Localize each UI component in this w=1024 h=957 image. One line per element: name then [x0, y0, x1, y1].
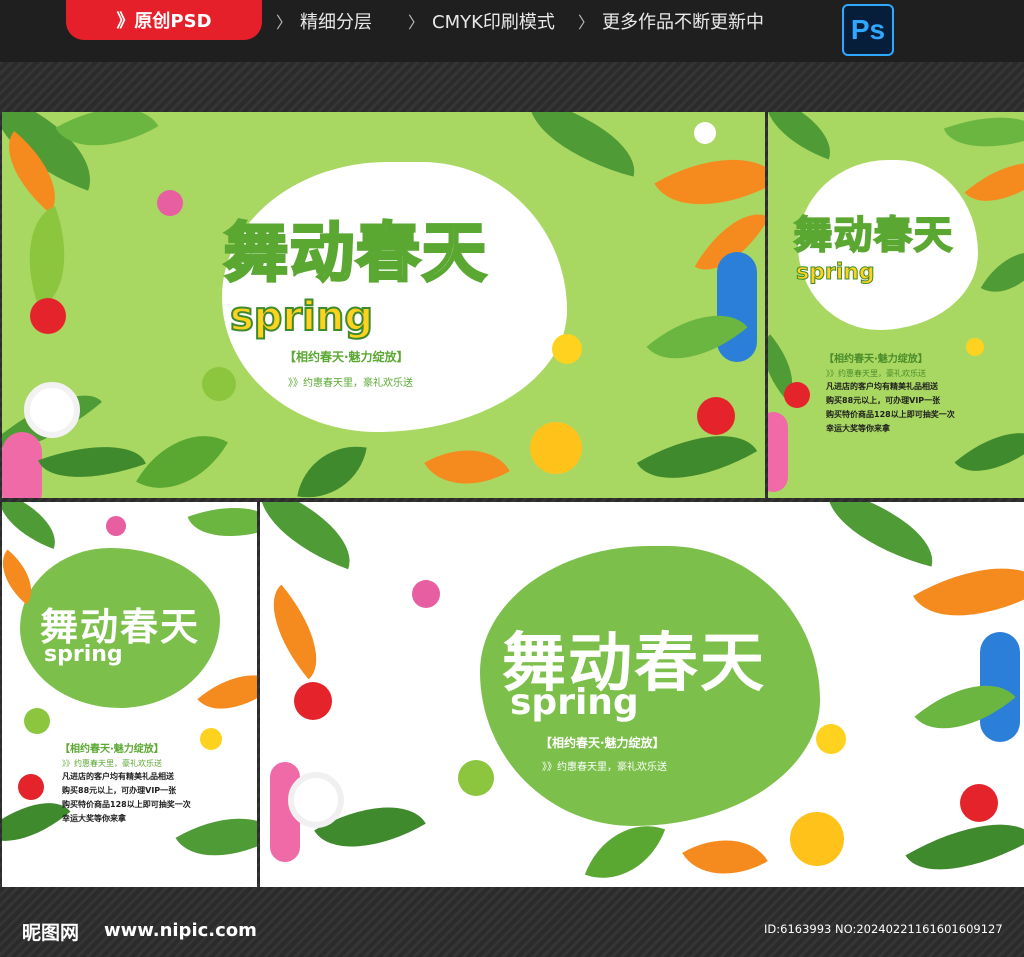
- leaf-decoration: [2, 502, 67, 549]
- leaf-decoration: [260, 584, 340, 680]
- leaf-decoration: [943, 112, 1024, 167]
- leaf-decoration: [187, 502, 257, 555]
- red-flower-icon: [30, 298, 66, 334]
- leaf-decoration: [954, 410, 1024, 494]
- original-psd-badge: 》原创PSD: [66, 0, 262, 40]
- site-logo: 昵图网: [22, 922, 80, 944]
- red-flower-icon: [697, 397, 735, 435]
- blue-leaf-decoration: [717, 252, 757, 362]
- bullet-item: 凡进店的客户均有精美礼品相送: [62, 772, 174, 781]
- feature-label: 精细分层: [300, 12, 373, 33]
- yellow-flower-icon: [816, 724, 846, 754]
- bullet-item: 购买特价商品128以上即可抽奖一次: [62, 800, 191, 809]
- leaf-decoration: [768, 112, 843, 160]
- poster-portrait-green: 舞动春天 spring 【相约春天·魅力绽放】 》》约惠春天里，豪礼欢乐送 凡进…: [768, 112, 1024, 498]
- leaf-decoration: [197, 654, 257, 730]
- yellow-flower-icon: [790, 812, 844, 866]
- poster-subline: 》》约惠春天里，豪礼欢乐送: [288, 378, 413, 389]
- bullet-list: 凡进店的客户均有精美礼品相送 购买88元以上，可办理VIP一张 购买特价商品12…: [826, 380, 955, 436]
- poster-landscape-green: 舞动春天 spring 【相约春天·魅力绽放】 》》约惠春天里，豪礼欢乐送: [2, 112, 765, 498]
- chevron-right-icon: 〉: [578, 13, 595, 32]
- poster-tagline: 【相约春天·魅力绽放】: [540, 736, 665, 750]
- pink-stem-decoration: [2, 432, 42, 498]
- leaf-decoration: [964, 140, 1024, 224]
- poster-landscape-white: 舞动春天 spring 【相约春天·魅力绽放】 》》约惠春天里，豪礼欢乐送: [260, 502, 1024, 887]
- leaf-decoration: [424, 427, 510, 498]
- leaf-decoration: [815, 502, 945, 567]
- leaf-decoration: [682, 817, 768, 887]
- white-flower-icon: [288, 772, 344, 828]
- feature-label: 更多作品不断更新中: [602, 12, 765, 33]
- chevron-right-icon: 〉: [408, 13, 425, 32]
- green-dot: [24, 708, 50, 734]
- yellow-flower-icon: [530, 422, 582, 474]
- bullet-item: 幸运大奖等你来拿: [826, 424, 890, 433]
- red-flower-icon: [784, 382, 810, 408]
- bullet-item: 购买88元以上，可办理VIP一张: [826, 396, 941, 405]
- ps-label: Ps: [850, 14, 886, 45]
- white-flower-icon: [24, 382, 80, 438]
- feature-layered: 〉精细分层: [276, 8, 372, 34]
- poster-title: 舞动春天: [223, 216, 488, 293]
- leaf-decoration: [136, 412, 228, 498]
- yellow-flower-icon: [966, 338, 984, 356]
- poster-subline: 》》约惠春天里，豪礼欢乐送: [826, 369, 926, 378]
- top-bar: 》原创PSD 〉精细分层 〉 CMYK印刷模式 〉更多作品不断更新中 Ps: [0, 0, 1024, 62]
- poster-spring: spring: [510, 682, 639, 723]
- pink-flower-icon: [106, 516, 126, 536]
- poster-spring: spring: [796, 260, 876, 286]
- chevron-right-icon: 〉: [276, 13, 293, 32]
- poster-subline: 》》约惠春天里，豪礼欢乐送: [62, 759, 162, 768]
- green-dot: [458, 760, 494, 796]
- leaf-decoration: [8, 206, 86, 308]
- pink-flower-icon: [412, 580, 440, 608]
- leaf-decoration: [517, 112, 647, 177]
- poster-tagline: 【相约春天·魅力绽放】: [824, 354, 928, 365]
- leaf-decoration: [980, 236, 1024, 308]
- poster-tagline: 【相约春天·魅力绽放】: [60, 744, 164, 755]
- bullet-item: 购买特价商品128以上即可抽奖一次: [826, 410, 955, 419]
- yellow-flower-icon: [200, 728, 222, 750]
- leaf-decoration: [297, 437, 367, 498]
- bullet-item: 凡进店的客户均有精美礼品相送: [826, 382, 938, 391]
- bullet-item: 幸运大奖等你来拿: [62, 814, 126, 823]
- feature-updates: 〉更多作品不断更新中: [578, 8, 764, 34]
- pink-stem-decoration: [768, 412, 788, 492]
- yellow-flower-icon: [552, 334, 582, 364]
- leaf-decoration: [260, 502, 366, 570]
- badge-label: 》原创PSD: [116, 11, 212, 32]
- poster-portrait-white: 舞动春天 spring 【相约春天·魅力绽放】 》》约惠春天里，豪礼欢乐送 凡进…: [2, 502, 257, 887]
- feature-label: CMYK印刷模式: [432, 12, 555, 33]
- image-id: ID:6163993 NO:20240221161601609127: [764, 922, 1003, 936]
- red-flower-icon: [18, 774, 44, 800]
- poster-spring: spring: [229, 293, 374, 341]
- bullet-list: 凡进店的客户均有精美礼品相送 购买88元以上，可办理VIP一张 购买特价商品12…: [62, 770, 191, 826]
- bullet-item: 购买88元以上，可办理VIP一张: [62, 786, 177, 795]
- photoshop-icon: Ps: [842, 4, 894, 56]
- feature-cmyk: 〉 CMYK印刷模式: [408, 8, 555, 34]
- poster-title: 舞动春天: [793, 212, 955, 258]
- poster-spring: spring: [44, 642, 123, 667]
- red-flower-icon: [294, 682, 332, 720]
- red-flower-icon: [960, 784, 998, 822]
- poster-tagline: 【相约春天·魅力绽放】: [284, 350, 409, 364]
- green-dot: [202, 367, 236, 401]
- pink-flower-icon: [157, 190, 183, 216]
- white-flower-icon: [694, 122, 716, 144]
- site-url[interactable]: www.nipic.com: [104, 920, 257, 941]
- poster-subline: 》》约惠春天里，豪礼欢乐送: [542, 762, 667, 773]
